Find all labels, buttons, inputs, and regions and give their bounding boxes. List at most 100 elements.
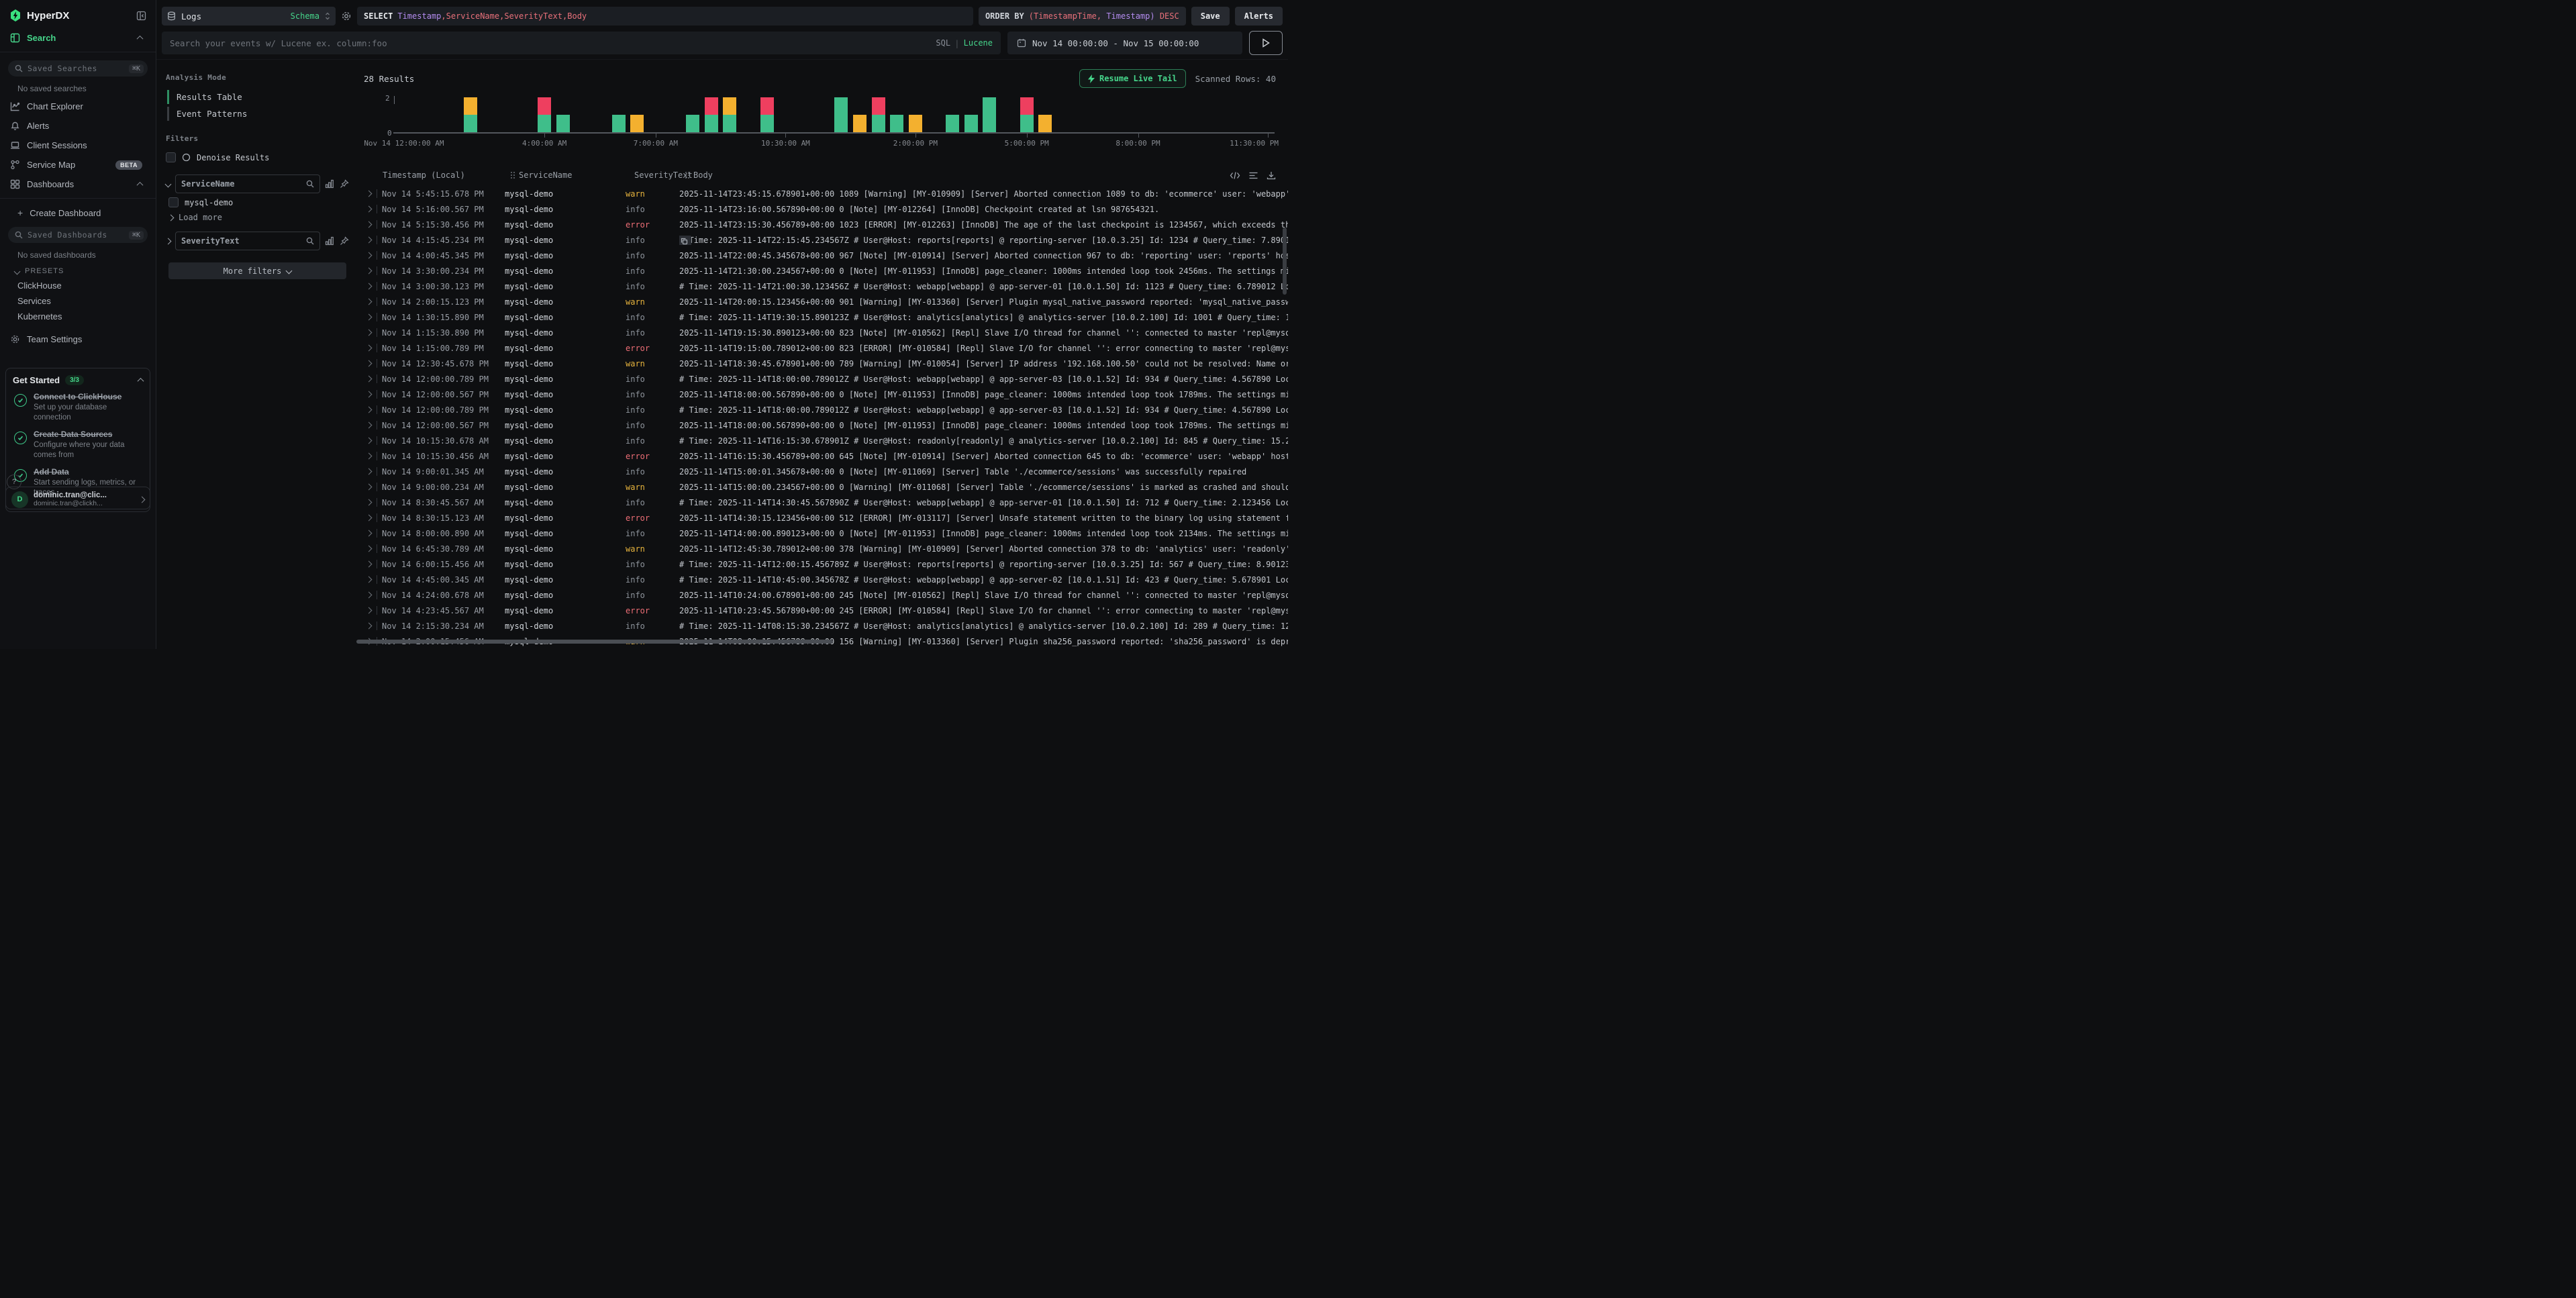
sidebar-item-alerts[interactable]: Alerts bbox=[0, 116, 156, 136]
table-row[interactable]: Nov 14 9:00:00.234 AMmysql-demowarn2025-… bbox=[364, 479, 1288, 495]
select-query-input[interactable]: SELECT Timestamp,ServiceName,SeverityTex… bbox=[357, 7, 973, 26]
table-row[interactable]: Nov 14 6:00:15.456 AMmysql-demoinfo# Tim… bbox=[364, 556, 1288, 572]
table-row[interactable]: Nov 14 4:00:45.345 PMmysql-demoinfo2025-… bbox=[364, 248, 1288, 263]
histogram-bar[interactable] bbox=[872, 97, 885, 132]
expand-row-icon[interactable] bbox=[364, 377, 373, 381]
expand-row-icon[interactable] bbox=[364, 361, 373, 366]
table-row[interactable]: Nov 14 12:00:00.789 PMmysql-demoinfo# Ti… bbox=[364, 402, 1288, 417]
histogram-bar[interactable] bbox=[723, 97, 736, 132]
expand-row-icon[interactable] bbox=[364, 515, 373, 520]
facet-servicename-field[interactable]: ServiceName bbox=[175, 174, 320, 193]
histogram-bar[interactable] bbox=[1020, 97, 1034, 132]
expand-row-icon[interactable] bbox=[364, 608, 373, 613]
sidebar-item-chart-explorer[interactable]: Chart Explorer bbox=[0, 97, 156, 116]
alerts-button[interactable]: Alerts bbox=[1235, 7, 1283, 26]
mode-event-patterns[interactable]: Event Patterns bbox=[166, 105, 349, 122]
histogram-bar[interactable] bbox=[909, 115, 922, 132]
denoise-checkbox[interactable] bbox=[166, 152, 176, 162]
histogram-bar[interactable] bbox=[556, 115, 570, 132]
facet-severitytext-field[interactable]: SeverityText bbox=[175, 232, 320, 250]
expand-row-icon[interactable] bbox=[364, 346, 373, 350]
histogram-bar[interactable] bbox=[834, 97, 848, 132]
create-dashboard-button[interactable]: + Create Dashboard bbox=[0, 203, 156, 223]
chevron-down-icon[interactable] bbox=[165, 181, 172, 187]
pin-icon[interactable] bbox=[340, 179, 349, 189]
expand-row-icon[interactable] bbox=[364, 593, 373, 597]
save-button[interactable]: Save bbox=[1191, 7, 1230, 26]
source-settings-gear-icon[interactable] bbox=[341, 11, 352, 21]
chevron-up-icon[interactable] bbox=[138, 378, 144, 385]
pin-icon[interactable] bbox=[340, 236, 349, 246]
expand-row-icon[interactable] bbox=[364, 268, 373, 273]
presets-header[interactable]: PRESETS bbox=[0, 263, 156, 278]
histogram-bar[interactable] bbox=[705, 97, 718, 132]
table-row[interactable]: Nov 14 3:30:00.234 PMmysql-demoinfo2025-… bbox=[364, 263, 1288, 279]
run-query-button[interactable] bbox=[1249, 31, 1283, 55]
histogram-bar[interactable] bbox=[890, 115, 903, 132]
histogram-bar[interactable] bbox=[1038, 115, 1052, 132]
more-filters-button[interactable]: More filters bbox=[168, 262, 346, 279]
column-header-timestamp[interactable]: Timestamp (Local) bbox=[364, 170, 510, 180]
table-row[interactable]: Nov 14 10:15:30.456 AMmysql-demoerror202… bbox=[364, 448, 1288, 464]
saved-dashboards-input[interactable]: Saved Dashboards ⌘K bbox=[8, 227, 148, 243]
table-row[interactable]: Nov 14 12:00:00.567 PMmysql-demoinfo2025… bbox=[364, 417, 1288, 433]
table-row[interactable]: Nov 14 12:00:00.567 PMmysql-demoinfo2025… bbox=[364, 387, 1288, 402]
histogram-bar[interactable] bbox=[686, 115, 699, 132]
sql-mode-toggle[interactable]: SQL bbox=[936, 38, 950, 48]
horizontal-scrollbar[interactable] bbox=[356, 640, 833, 644]
expand-row-icon[interactable] bbox=[364, 423, 373, 428]
download-icon[interactable] bbox=[1267, 171, 1276, 180]
expand-row-icon[interactable] bbox=[364, 500, 373, 505]
histogram-bar[interactable] bbox=[964, 115, 978, 132]
preset-item-services[interactable]: Services bbox=[0, 293, 156, 309]
table-row[interactable]: Nov 14 12:30:45.678 PMmysql-demowarn2025… bbox=[364, 356, 1288, 371]
expand-row-icon[interactable] bbox=[364, 438, 373, 443]
sidebar-item-service-map[interactable]: Service Map BETA bbox=[0, 155, 156, 174]
row-settings-icon[interactable] bbox=[1248, 171, 1258, 180]
table-row[interactable]: Nov 14 10:15:30.678 AMmysql-demoinfo# Ti… bbox=[364, 433, 1288, 448]
expand-row-icon[interactable] bbox=[364, 546, 373, 551]
date-range-picker[interactable]: Nov 14 00:00:00 - Nov 15 00:00:00 bbox=[1007, 32, 1242, 54]
preset-item-kubernetes[interactable]: Kubernetes bbox=[0, 309, 156, 324]
expand-row-icon[interactable] bbox=[364, 469, 373, 474]
expand-row-icon[interactable] bbox=[364, 207, 373, 211]
chevron-right-icon[interactable] bbox=[165, 238, 172, 244]
histogram-bar[interactable] bbox=[538, 97, 551, 132]
sidebar-item-client-sessions[interactable]: Client Sessions bbox=[0, 136, 156, 155]
table-row[interactable]: Nov 14 4:45:00.345 AMmysql-demoinfo# Tim… bbox=[364, 572, 1288, 587]
collapse-sidebar-icon[interactable] bbox=[136, 11, 146, 21]
table-row[interactable]: Nov 14 4:24:00.678 AMmysql-demoinfo2025-… bbox=[364, 587, 1288, 603]
facet-chart-icon[interactable] bbox=[325, 179, 334, 189]
expand-row-icon[interactable] bbox=[364, 284, 373, 289]
expand-row-icon[interactable] bbox=[364, 191, 373, 196]
expand-row-icon[interactable] bbox=[364, 330, 373, 335]
table-row[interactable]: Nov 14 1:15:00.789 PMmysql-demoerror2025… bbox=[364, 340, 1288, 356]
table-row[interactable]: Nov 14 8:30:45.567 AMmysql-demoinfo# Tim… bbox=[364, 495, 1288, 510]
expand-row-icon[interactable] bbox=[364, 485, 373, 489]
copy-body-button[interactable] bbox=[679, 236, 691, 245]
expand-row-icon[interactable] bbox=[364, 454, 373, 458]
histogram-bar[interactable] bbox=[630, 115, 644, 132]
facet-value-checkbox-mysql-demo[interactable] bbox=[168, 197, 179, 207]
facet-chart-icon[interactable] bbox=[325, 236, 334, 246]
table-row[interactable]: Nov 14 1:30:15.890 PMmysql-demoinfo# Tim… bbox=[364, 309, 1288, 325]
expand-row-icon[interactable] bbox=[364, 299, 373, 304]
saved-searches-input[interactable]: Saved Searches ⌘K bbox=[8, 60, 148, 77]
table-row[interactable]: Nov 14 6:45:30.789 AMmysql-demowarn2025-… bbox=[364, 541, 1288, 556]
expand-row-icon[interactable] bbox=[364, 253, 373, 258]
mode-results-table[interactable]: Results Table bbox=[166, 89, 349, 105]
table-row[interactable]: Nov 14 8:30:15.123 AMmysql-demoerror2025… bbox=[364, 510, 1288, 526]
load-more-button[interactable]: Load more bbox=[166, 209, 349, 222]
sidebar-item-search[interactable]: Search bbox=[0, 28, 156, 48]
expand-row-icon[interactable] bbox=[364, 577, 373, 582]
column-header-servicename[interactable]: ServiceName bbox=[510, 170, 631, 180]
source-selector[interactable]: Logs Schema bbox=[162, 7, 336, 26]
expand-row-icon[interactable] bbox=[364, 392, 373, 397]
expand-row-icon[interactable] bbox=[364, 315, 373, 319]
table-row[interactable]: Nov 14 5:15:30.456 PMmysql-demoerror2025… bbox=[364, 217, 1288, 232]
table-row[interactable]: Nov 14 5:16:00.567 PMmysql-demoinfo2025-… bbox=[364, 201, 1288, 217]
table-row[interactable]: Nov 14 4:23:45.567 AMmysql-demoerror2025… bbox=[364, 603, 1288, 618]
table-row[interactable]: Nov 14 2:00:15.123 PMmysql-demowarn2025-… bbox=[364, 294, 1288, 309]
preset-item-clickhouse[interactable]: ClickHouse bbox=[0, 278, 156, 293]
table-row[interactable]: Nov 14 1:15:30.890 PMmysql-demoinfo2025-… bbox=[364, 325, 1288, 340]
